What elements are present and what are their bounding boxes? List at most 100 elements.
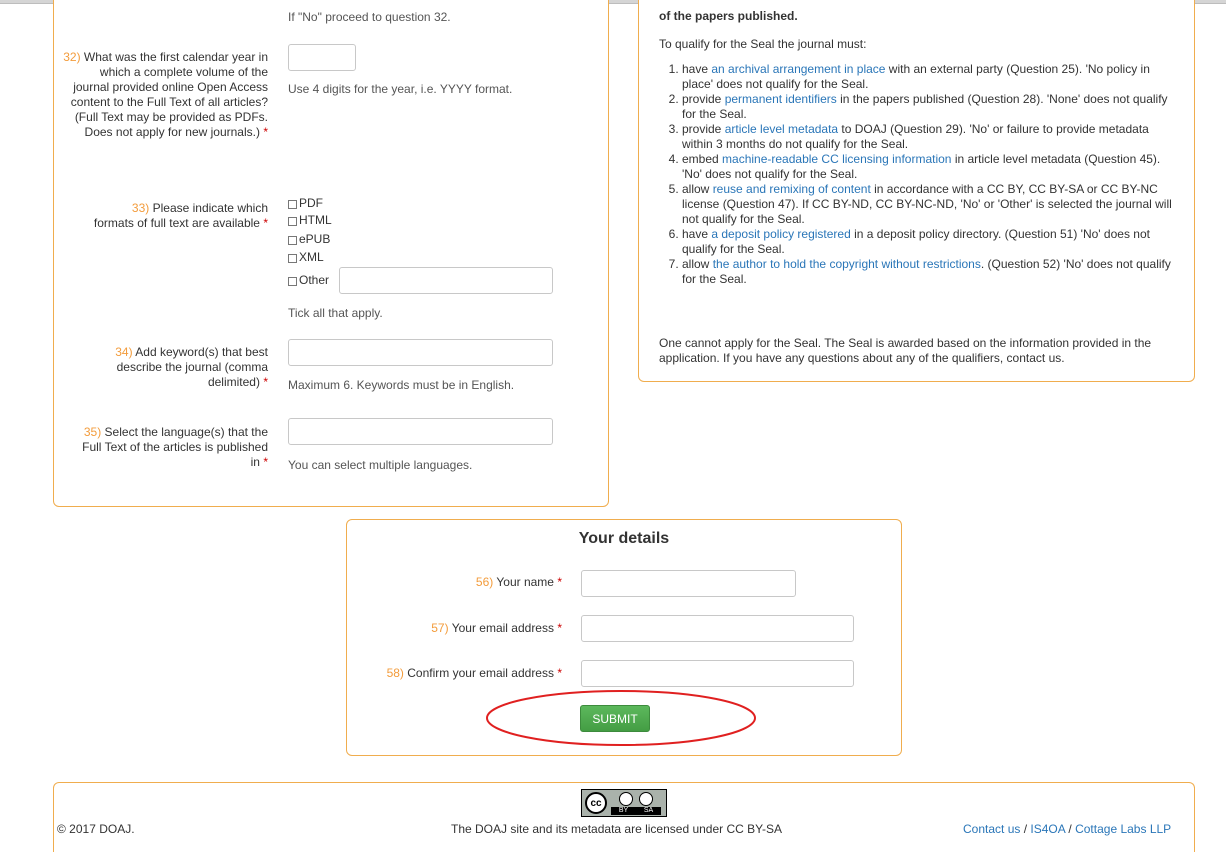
email-input[interactable] (581, 615, 854, 642)
q32-hint: Use 4 digits for the year, i.e. YYYY for… (288, 82, 513, 96)
confirm-email-input[interactable] (581, 660, 854, 687)
cc-icons-row (619, 791, 653, 806)
sa-icon (639, 791, 653, 806)
format-option-other[interactable]: Other (288, 273, 329, 287)
seal-intro: To qualify for the Seal the journal must… (659, 37, 867, 51)
seal-criterion-item: provide permanent identifiers in the pap… (682, 92, 1179, 122)
seal-criterion-text: allow (682, 257, 713, 271)
cottage-labs-link[interactable]: Cottage Labs LLP (1075, 822, 1171, 836)
q32-year-input[interactable] (288, 44, 356, 71)
html-label: HTML (299, 213, 332, 227)
by-icon (619, 791, 633, 806)
format-option-xml[interactable]: XML (288, 250, 324, 264)
epub-label: ePUB (299, 232, 331, 246)
seal-criterion-text: have (682, 227, 712, 241)
q34-required: * (263, 375, 268, 389)
q35-number: 35) (83, 425, 102, 439)
q32-label: 32) What was the first calendar year in … (62, 50, 268, 140)
pdf-label: PDF (299, 196, 323, 210)
q35-text: Select the language(s) that the Full Tex… (82, 425, 268, 469)
q35-required: * (263, 455, 268, 469)
highlight-ellipse (486, 690, 756, 746)
email-text: Your email address (451, 621, 554, 635)
other-checkbox[interactable] (288, 276, 297, 286)
q32-required: * (263, 125, 268, 139)
q33-text: Please indicate which formats of full te… (93, 201, 268, 230)
seal-criterion-text: allow (682, 182, 713, 196)
format-option-epub[interactable]: ePUB (288, 232, 330, 246)
name-label: 56) Your name * (380, 575, 562, 590)
seal-criteria-list-wrap: have an archival arrangement in place wi… (659, 62, 1179, 287)
q33-hint: Tick all that apply. (288, 306, 383, 320)
confirm-email-number: 58) (386, 666, 404, 680)
seal-criterion-item: allow reuse and remixing of content in a… (682, 182, 1179, 227)
footer-license-text: The DOAJ site and its metadata are licen… (451, 822, 783, 836)
seal-criterion-link[interactable]: an archival arrangement in place (711, 62, 885, 76)
seal-criteria-list: have an archival arrangement in place wi… (659, 62, 1179, 287)
cc-icon: cc (585, 792, 607, 814)
html-checkbox[interactable] (288, 216, 297, 226)
q34-number: 34) (115, 345, 133, 359)
q34-hint: Maximum 6. Keywords must be in English. (288, 378, 515, 392)
pdf-checkbox[interactable] (288, 199, 297, 209)
other-format-input[interactable] (339, 267, 553, 294)
seal-criterion-link[interactable]: a deposit policy registered (711, 227, 850, 241)
seal-criterion-link[interactable]: article level metadata (725, 122, 838, 136)
seal-criterion-link[interactable]: machine-readable CC licensing informatio… (722, 152, 951, 166)
footer-sep-2: / (1065, 822, 1076, 836)
seal-criterion-item: have an archival arrangement in place wi… (682, 62, 1179, 92)
epub-checkbox[interactable] (288, 235, 297, 245)
q33-label: 33) Please indicate which formats of ful… (92, 201, 268, 231)
name-input[interactable] (581, 570, 796, 597)
footer-copyright: © 2017 DOAJ. (57, 822, 135, 836)
confirm-email-required: * (557, 666, 562, 680)
cc-license-badge[interactable]: cc BY SA (581, 789, 667, 817)
footer-links: Contact us / IS4OA / Cottage Labs LLP (963, 822, 1171, 836)
seal-criterion-item: provide article level metadata to DOAJ (… (682, 122, 1179, 152)
seal-criterion-item: embed machine-readable CC licensing info… (682, 152, 1179, 182)
keywords-input[interactable] (288, 339, 553, 366)
seal-criterion-text: provide (682, 122, 725, 136)
q35-hint: You can select multiple languages. (288, 458, 473, 472)
q35-label: 35) Select the language(s) that the Full… (70, 425, 268, 470)
q34-label: 34) Add keyword(s) that best describe th… (92, 345, 268, 390)
q33-number: 33) (131, 201, 150, 215)
cc-terms-strip: BY SA (611, 806, 661, 815)
q33-required: * (263, 216, 268, 230)
other-label: Other (299, 273, 330, 287)
seal-closing: One cannot apply for the Seal. The Seal … (659, 336, 1152, 365)
your-details-title: Your details (578, 530, 670, 547)
email-label: 57) Your email address * (380, 621, 562, 636)
q31-hint: If "No" proceed to question 32. (288, 10, 451, 24)
email-number: 57) (431, 621, 449, 635)
format-option-pdf[interactable]: PDF (288, 196, 323, 210)
format-option-html[interactable]: HTML (288, 213, 332, 227)
seal-criterion-text: embed (682, 152, 723, 166)
cc-attrib-icons: BY SA (611, 791, 661, 815)
name-required: * (557, 575, 562, 589)
confirm-email-label: 58) Confirm your email address * (350, 666, 562, 681)
footer-sep-1: / (1020, 822, 1031, 836)
seal-criterion-item: allow the author to hold the copyright w… (682, 257, 1179, 287)
seal-criterion-item: have a deposit policy registered in a de… (682, 227, 1179, 257)
q32-text: What was the first calendar year in whic… (70, 50, 268, 139)
seal-criterion-text: provide (682, 92, 725, 106)
languages-input[interactable] (288, 418, 553, 445)
seal-criterion-link[interactable]: permanent identifiers (725, 92, 837, 106)
xml-label: XML (299, 250, 324, 264)
email-required: * (557, 621, 562, 635)
name-text: Your name (496, 575, 554, 589)
contact-us-link[interactable]: Contact us (963, 822, 1020, 836)
seal-criterion-link[interactable]: reuse and remixing of content (713, 182, 871, 196)
xml-checkbox[interactable] (288, 253, 297, 263)
confirm-email-text: Confirm your email address (407, 666, 554, 680)
q32-number: 32) (63, 50, 81, 64)
seal-heading: of the papers published. (659, 9, 798, 23)
q34-text: Add keyword(s) that best describe the jo… (116, 345, 268, 389)
name-number: 56) (475, 575, 494, 589)
seal-criterion-text: have (682, 62, 712, 76)
is4oa-link[interactable]: IS4OA (1030, 822, 1065, 836)
by-text: BY (618, 806, 629, 814)
seal-criterion-link[interactable]: the author to hold the copyright without… (713, 257, 981, 271)
sa-text: SA (643, 806, 654, 814)
